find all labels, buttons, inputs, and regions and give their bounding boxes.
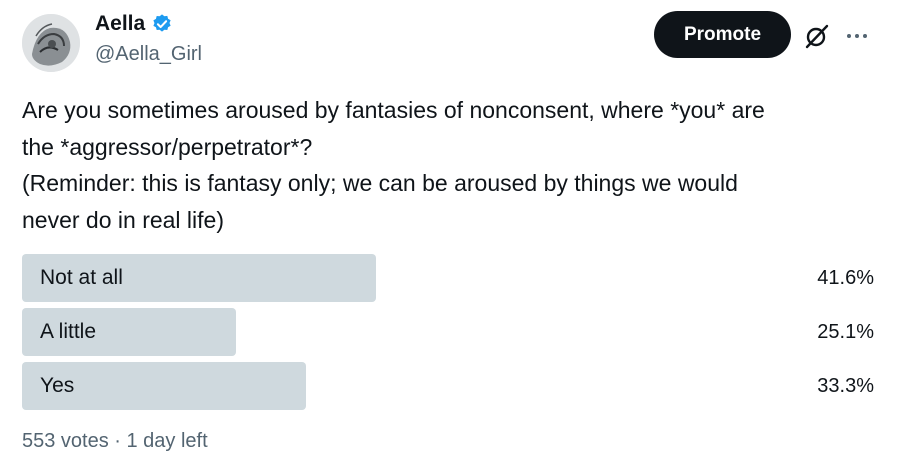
tweet-line: the *aggressor/perpetrator*?: [22, 133, 313, 160]
poll-footer: 553 votes · 1 day left: [22, 430, 208, 452]
poll-option-yes[interactable]: Yes 33.3%: [22, 362, 874, 410]
avatar[interactable]: [22, 14, 80, 72]
tweet-text: Are you sometimes aroused by fantasies o…: [22, 92, 897, 238]
poll-option-percent: 41.6%: [817, 267, 874, 289]
verified-badge-icon: [153, 14, 171, 32]
poll-option-percent: 33.3%: [817, 375, 874, 397]
author-name-row[interactable]: Aella: [95, 12, 173, 36]
author-handle[interactable]: @Aella_Girl: [95, 43, 202, 66]
tweet-line: Are you sometimes aroused by fantasies o…: [22, 97, 765, 123]
poll-option-not-at-all[interactable]: Not at all 41.6%: [22, 254, 874, 302]
more-icon[interactable]: [845, 24, 869, 48]
poll-option-percent: 25.1%: [817, 321, 874, 343]
tweet-line: never do in real life): [22, 206, 224, 233]
display-name[interactable]: Aella: [95, 12, 145, 36]
poll-option-a-little[interactable]: A little 25.1%: [22, 308, 874, 356]
tweet-line: (Reminder: this is fantasy only; we can …: [22, 170, 738, 196]
poll-option-label: Not at all: [40, 266, 123, 289]
poll-option-label: A little: [40, 320, 97, 343]
poll: Not at all 41.6% A little 25.1% Yes 33.3…: [22, 254, 874, 416]
grok-icon[interactable]: [803, 22, 831, 50]
poll-option-label: Yes: [40, 374, 75, 397]
promote-button[interactable]: Promote: [654, 11, 791, 58]
